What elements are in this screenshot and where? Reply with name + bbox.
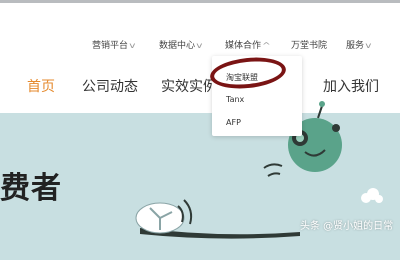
dropdown-item-tanx[interactable]: Tanx (226, 95, 244, 104)
dropdown-item-afp[interactable]: AFP (226, 118, 241, 127)
cloud-icon (361, 188, 383, 203)
watermark: 头条 @贤小姐的日常 (300, 221, 394, 232)
satellite-dish-icon (135, 199, 193, 234)
